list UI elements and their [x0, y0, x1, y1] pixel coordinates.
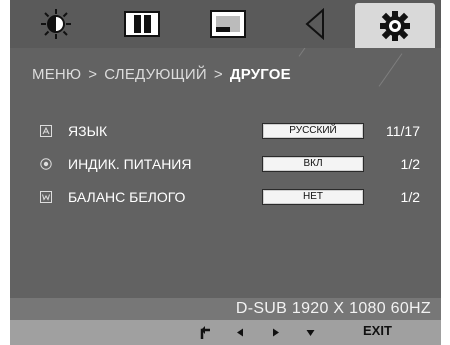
setting-count: 11/17	[386, 123, 420, 139]
setting-row-language[interactable]: ЯЗЫК РУССКИЙ 11/17	[40, 122, 420, 142]
tab-settings[interactable]	[355, 3, 435, 48]
status-bar: D-SUB 1920 X 1080 60HZ	[10, 298, 441, 320]
breadcrumb-current: ДРУГОЕ	[229, 66, 291, 83]
tab-position[interactable]	[188, 4, 268, 44]
breadcrumb-next: СЛЕДУЮЩИЙ	[104, 66, 207, 83]
breadcrumb-separator: >	[88, 66, 98, 83]
signal-info: D-SUB 1920 X 1080 60HZ	[235, 300, 431, 317]
screen-position-icon	[210, 10, 246, 38]
left-arrow-icon[interactable]	[236, 328, 244, 337]
exit-button[interactable]: EXIT	[363, 323, 392, 338]
language-value-field[interactable]: РУССКИЙ	[262, 123, 364, 139]
settings-gear-icon	[380, 10, 410, 41]
setting-label: ИНДИК. ПИТАНИЯ	[68, 156, 192, 172]
setting-count: 1/2	[400, 189, 420, 205]
white-balance-value-field[interactable]: НЕТ	[262, 189, 364, 205]
decorative-streak	[378, 53, 403, 87]
setting-row-white-balance[interactable]: БАЛАНС БЕЛОГО НЕТ 1/2	[40, 188, 420, 208]
setting-label: БАЛАНС БЕЛОГО	[68, 189, 186, 205]
setting-count: 1/2	[400, 156, 420, 172]
right-arrow-icon[interactable]	[272, 328, 280, 337]
tab-bar	[10, 0, 441, 48]
power-indicator-icon	[40, 158, 52, 170]
white-balance-icon	[40, 191, 52, 203]
picture-columns-icon	[124, 11, 160, 37]
sound-icon	[305, 8, 324, 40]
setting-label: ЯЗЫК	[68, 123, 108, 139]
power-indicator-value-field[interactable]: ВКЛ	[262, 156, 364, 172]
tab-picture[interactable]	[102, 4, 182, 44]
return-arrow-icon[interactable]	[200, 325, 212, 340]
brightness-icon	[41, 9, 71, 39]
tab-sound[interactable]	[274, 4, 354, 44]
breadcrumb: МЕНЮ > СЛЕДУЮЩИЙ > ДРУГОЕ	[32, 66, 291, 83]
tab-brightness[interactable]	[16, 4, 96, 44]
down-arrow-icon[interactable]	[306, 329, 315, 337]
breadcrumb-separator: >	[213, 66, 223, 83]
frame-edge	[0, 0, 10, 345]
language-icon	[40, 125, 52, 137]
nav-bar: EXIT	[10, 320, 441, 345]
osd-menu: МЕНЮ > СЛЕДУЮЩИЙ > ДРУГОЕ ЯЗЫК РУССКИЙ 11/17…	[10, 0, 441, 345]
setting-row-power-indicator[interactable]: ИНДИК. ПИТАНИЯ ВКЛ 1/2	[40, 155, 420, 175]
breadcrumb-menu: МЕНЮ	[32, 66, 82, 83]
